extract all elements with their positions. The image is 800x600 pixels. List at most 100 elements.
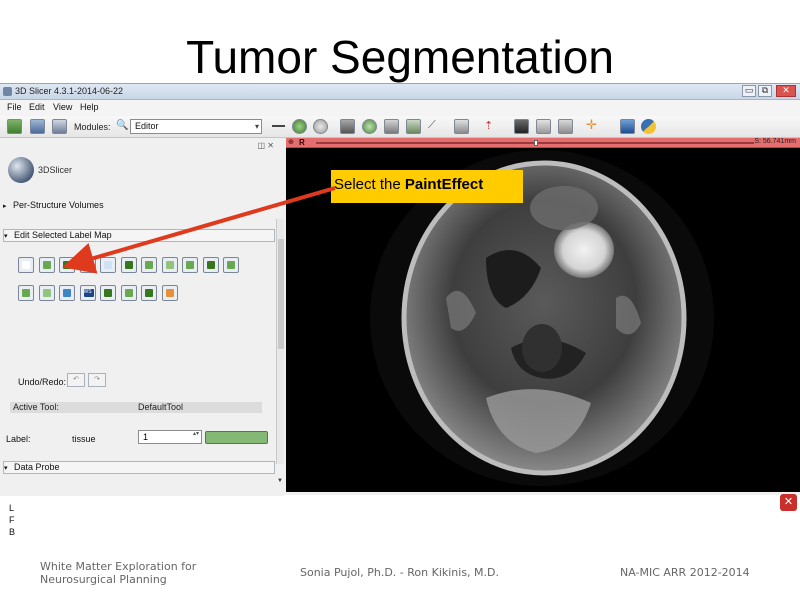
per-structure-volumes-label: Per-Structure Volumes [13,200,104,210]
layout-3d-icon[interactable] [340,119,355,134]
window-close-button[interactable]: ✕ [776,85,796,97]
active-tool-value: DefaultTool [138,402,184,412]
back-arrow-icon[interactable] [292,119,307,134]
stamp-icon [124,289,133,297]
edit-selected-label-map-section[interactable]: ▾ Edit Selected Label Map [3,229,275,242]
close-icon[interactable]: ✕ [780,494,797,511]
label-icon [42,261,51,269]
module-history-icon[interactable] [272,119,287,134]
change-label-button[interactable] [38,257,55,273]
label-value-spinbox[interactable]: 1 ▴▾ [138,430,202,444]
default-tool-button[interactable] [18,257,34,273]
crosshair-icon[interactable]: ✛ [586,118,601,134]
brain-view-icon[interactable] [362,119,377,134]
fast-marching-button[interactable] [120,285,137,301]
slice-offset-handle[interactable] [534,140,538,146]
callout-emphasis: PaintEffect [404,176,484,193]
menu-file[interactable]: File [7,102,22,112]
identify-islands-button[interactable] [18,285,34,301]
extension-manager-icon[interactable] [620,119,635,134]
expanded-arrow-icon: ▾ [4,233,8,240]
forward-arrow-icon[interactable] [313,119,328,134]
rectangle-button[interactable] [141,257,157,273]
load-data-icon[interactable] [7,119,22,134]
main-toolbar: Modules: 🔍 Editor ▾ ⟋ ⇡ ✛ [0,116,800,138]
per-structure-volumes-section[interactable]: ▸ Per-Structure Volumes [3,200,275,213]
island-button[interactable] [223,257,239,273]
rectangle-icon [145,261,153,269]
callout-prefix: Select the [334,176,405,193]
label-color-swatch[interactable] [205,431,268,444]
mouse-mode-icon[interactable]: ⇡ [484,119,499,134]
paint-effect-button[interactable] [59,257,75,273]
grid-icon [206,261,215,269]
wand-effect-button[interactable] [161,285,178,301]
coord-l: L [9,503,15,513]
grid-icon [165,261,174,269]
spin-arrows-icon[interactable]: ▴▾ [193,431,199,437]
active-tool-row: Active Tool: DefaultTool [10,402,262,413]
panel-float-close-icon[interactable]: ◫ ✕ [258,141,274,150]
remove-islands-button[interactable] [59,285,75,301]
wand-icon [104,261,112,269]
data-probe-section[interactable]: ▾ Data Probe [3,461,275,474]
watershed-button[interactable]: WS [79,285,96,301]
instruction-callout: Select the PaintEffect [331,170,523,203]
grow-cut-button[interactable] [141,285,157,301]
ruler-icon[interactable]: ⟋ [428,119,443,134]
bucket-icon [145,289,153,297]
undo-button[interactable]: ↶ [67,373,85,387]
ws-icon: WS [83,289,94,297]
maximize-button[interactable]: ⧉ [758,85,772,97]
footer-left-line1: White Matter Exploration for [40,560,197,573]
footer-center: Sonia Pujol, Ph.D. - Ron Kikinis, M.D. [300,566,500,579]
load-dicom-icon[interactable] [30,119,45,134]
window-titlebar: 3D Slicer 4.3.1-2014-06-22 ▭ ⧉ ✕ [0,84,800,100]
edema-region [530,186,598,230]
grid-icon [186,261,194,269]
crosshair-icon [42,289,51,297]
target-icon [165,289,174,297]
scene-views-icon[interactable] [558,119,573,134]
python-console-icon[interactable] [641,119,656,134]
save-island-button[interactable] [100,285,116,301]
dilate-button[interactable] [202,257,219,273]
expanded-arrow-icon: ▾ [4,465,8,472]
change-island-button[interactable] [38,285,55,301]
footer-right: NA-MIC ARR 2012-2014 [620,566,750,579]
collapsed-arrow-icon: ▸ [3,203,7,210]
image-icon [124,261,133,269]
module-selector-value: Editor [135,121,159,131]
menu-edit[interactable]: Edit [29,102,45,112]
redo-button[interactable]: ↷ [88,373,106,387]
draw-effect-button[interactable] [79,257,96,273]
modules-label: Modules: [74,122,111,132]
chevron-down-icon: ▾ [254,122,259,131]
brainstem-region [522,324,562,372]
menu-bar: File Edit View Help [0,100,800,116]
slicer-app-icon [3,87,12,96]
coord-b: B [9,527,16,537]
transform-icon[interactable] [384,119,399,134]
minimize-button[interactable]: ▭ [742,85,756,97]
image-label-button[interactable] [120,257,137,273]
models-icon[interactable] [406,119,421,134]
scroll-down-icon[interactable]: ▼ [276,477,284,485]
module-selector[interactable]: Editor ▾ [130,119,262,134]
layout-icon[interactable] [454,119,469,134]
pin-icon[interactable]: ⊕ [288,138,294,146]
erode-button[interactable] [182,257,198,273]
menu-view[interactable]: View [53,102,72,112]
extension-icon[interactable] [536,119,551,134]
module-search-icon[interactable]: 🔍 [116,120,128,131]
save-icon[interactable] [52,119,67,134]
coord-f: F [9,515,15,525]
screenshot-icon[interactable] [514,119,529,134]
edit-selected-label-map-label: Edit Selected Label Map [14,230,112,240]
level-tracing-button[interactable] [100,257,116,273]
threshold-button[interactable] [161,257,178,273]
menu-help[interactable]: Help [80,102,99,112]
module-panel: ◫ ✕ 3DSlicer ▸ Per-Structure Volumes ▾ E… [0,139,284,537]
panel-scrollbar[interactable] [276,219,284,464]
slice-orientation-label: R [299,138,305,147]
